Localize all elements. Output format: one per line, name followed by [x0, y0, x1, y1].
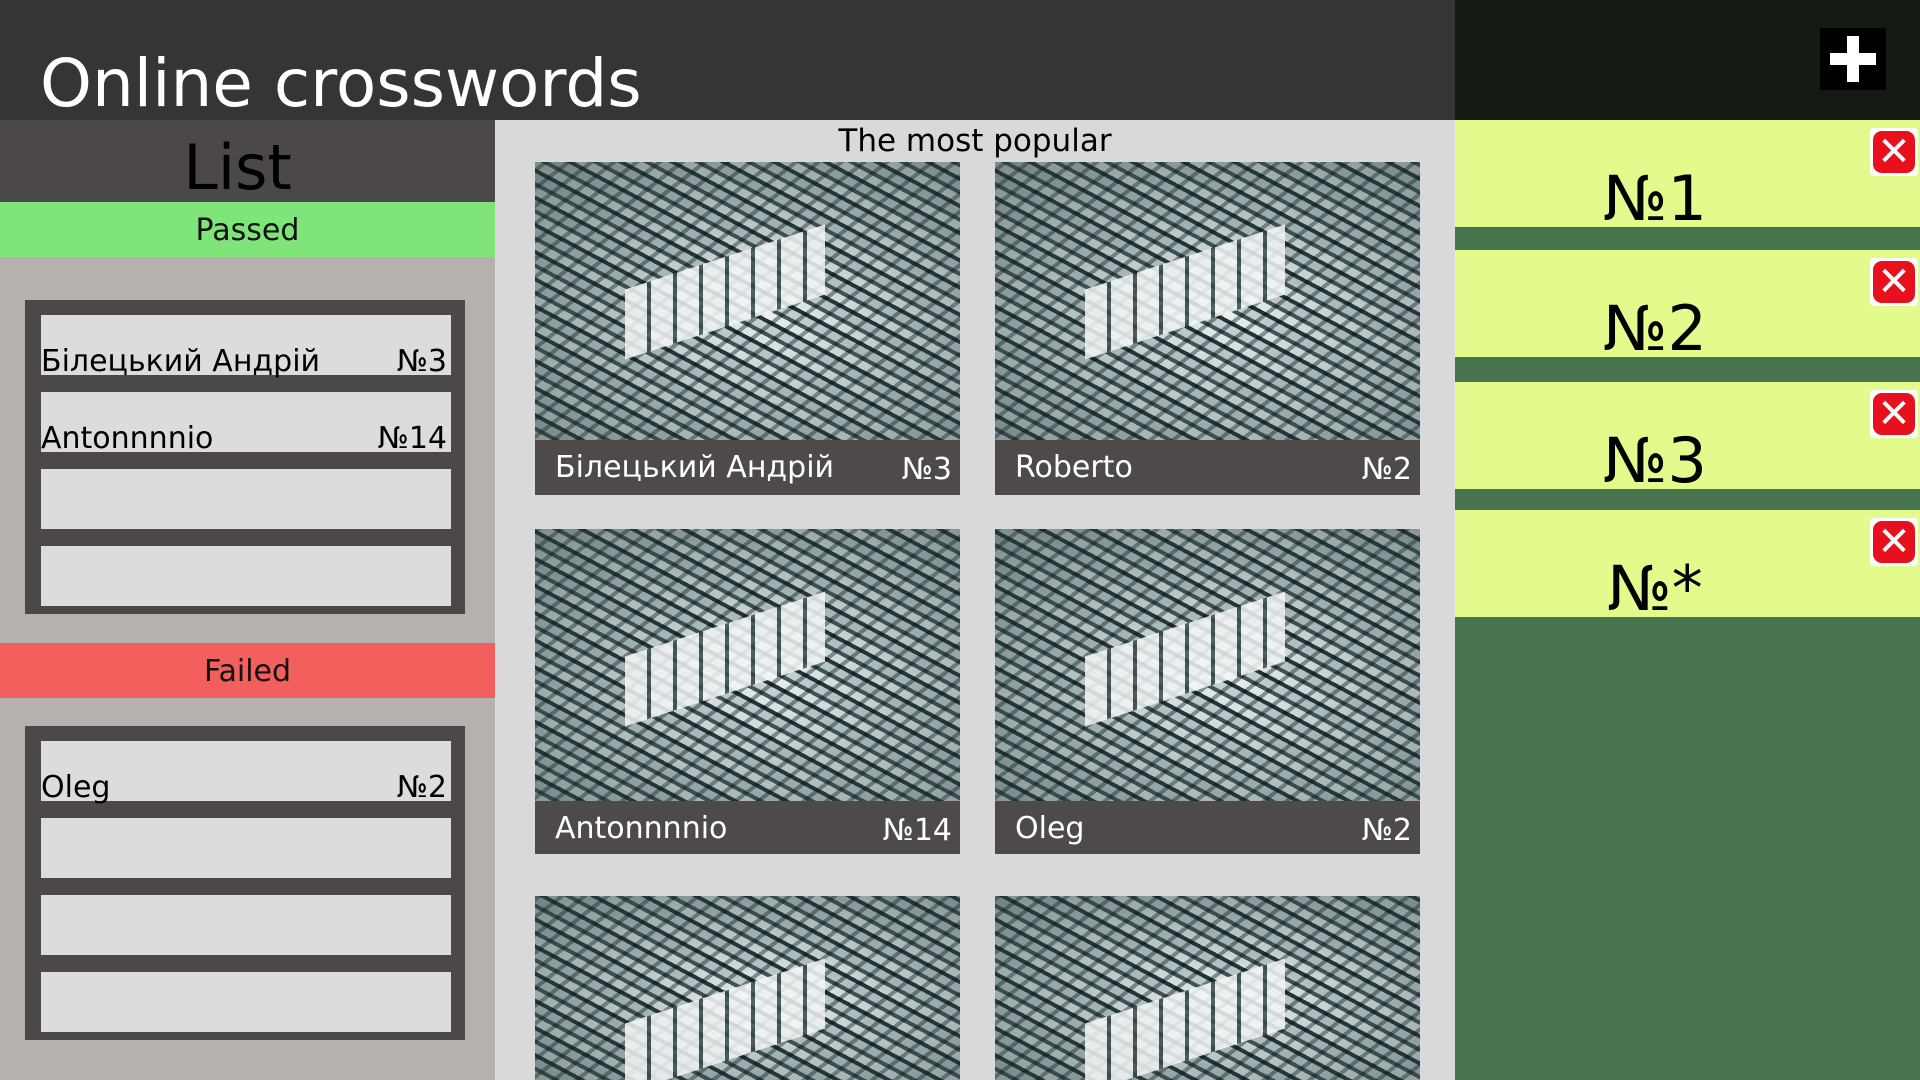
- card-author: Antonnnnio: [555, 811, 728, 846]
- entry-name: Antonnnnio: [41, 421, 214, 456]
- passed-list: Білецький Андрій №3 Antonnnnio №14: [25, 300, 465, 614]
- entry-number: №3: [396, 344, 447, 379]
- failed-list-item[interactable]: [41, 972, 451, 1032]
- sidebar: List Passed Білецький Андрій №3 Antonnnn…: [0, 120, 495, 1080]
- passed-list-item[interactable]: [41, 469, 451, 529]
- passed-section-header: Passed: [0, 202, 495, 257]
- crossword-card[interactable]: Roberto №2: [995, 162, 1420, 495]
- crossword-slot[interactable]: №2 ✕: [1455, 250, 1920, 365]
- popular-title: The most popular: [838, 123, 1112, 159]
- card-number: №2: [1361, 813, 1412, 848]
- app-title: Online crosswords: [40, 45, 642, 122]
- app-header: Online crosswords: [0, 0, 1455, 122]
- failed-list: Oleg №2: [25, 726, 465, 1040]
- entry-number: №14: [377, 421, 447, 456]
- passed-list-item[interactable]: Білецький Андрій №3: [41, 315, 451, 379]
- close-icon[interactable]: ✕: [1870, 390, 1918, 438]
- crossword-card[interactable]: [535, 896, 960, 1080]
- card-author: Oleg: [1015, 811, 1085, 846]
- slot-label: №1: [1603, 162, 1707, 235]
- list-title: List: [183, 131, 292, 204]
- card-number: №14: [882, 813, 952, 848]
- crossword-thumbnail: [535, 529, 960, 801]
- card-author: Roberto: [1015, 450, 1133, 485]
- crossword-thumbnail: [995, 529, 1420, 801]
- passed-list-item[interactable]: [41, 546, 451, 606]
- slot-label: №*: [1607, 552, 1703, 625]
- crossword-thumbnail: [535, 896, 960, 1080]
- crossword-card[interactable]: Antonnnnio №14: [535, 529, 960, 854]
- failed-section-header: Failed: [0, 643, 495, 698]
- card-number: №3: [901, 452, 952, 487]
- slot-label: №2: [1603, 292, 1707, 365]
- crossword-slot[interactable]: №* ✕: [1455, 510, 1920, 625]
- passed-list-item[interactable]: Antonnnnio №14: [41, 392, 451, 456]
- slot-label: №3: [1603, 424, 1707, 497]
- failed-list-item[interactable]: [41, 818, 451, 878]
- close-icon[interactable]: ✕: [1870, 518, 1918, 566]
- entry-name: Білецький Андрій: [41, 344, 321, 379]
- list-header: List: [0, 120, 495, 204]
- crossword-card[interactable]: Oleg №2: [995, 529, 1420, 854]
- failed-list-item[interactable]: Oleg №2: [41, 741, 451, 805]
- crossword-slot[interactable]: №1 ✕: [1455, 120, 1920, 235]
- failed-list-item[interactable]: [41, 895, 451, 955]
- crossword-slot[interactable]: №3 ✕: [1455, 382, 1920, 497]
- entry-name: Oleg: [41, 770, 111, 805]
- crossword-card[interactable]: [995, 896, 1420, 1080]
- crossword-thumbnail: [995, 896, 1420, 1080]
- crossword-thumbnail: [995, 162, 1420, 440]
- crossword-thumbnail: [535, 162, 960, 440]
- popular-section: The most popular Білецький Андрій №3 Rob…: [495, 120, 1455, 1080]
- entry-number: №2: [396, 770, 447, 805]
- card-number: №2: [1361, 452, 1412, 487]
- crossword-card[interactable]: Білецький Андрій №3: [535, 162, 960, 495]
- card-author: Білецький Андрій: [555, 450, 835, 485]
- open-crosswords-panel: №1 ✕ №2 ✕ №3 ✕ №* ✕: [1455, 120, 1920, 1080]
- close-icon[interactable]: ✕: [1870, 128, 1918, 176]
- close-icon[interactable]: ✕: [1870, 258, 1918, 306]
- add-crossword-button[interactable]: [1820, 28, 1886, 90]
